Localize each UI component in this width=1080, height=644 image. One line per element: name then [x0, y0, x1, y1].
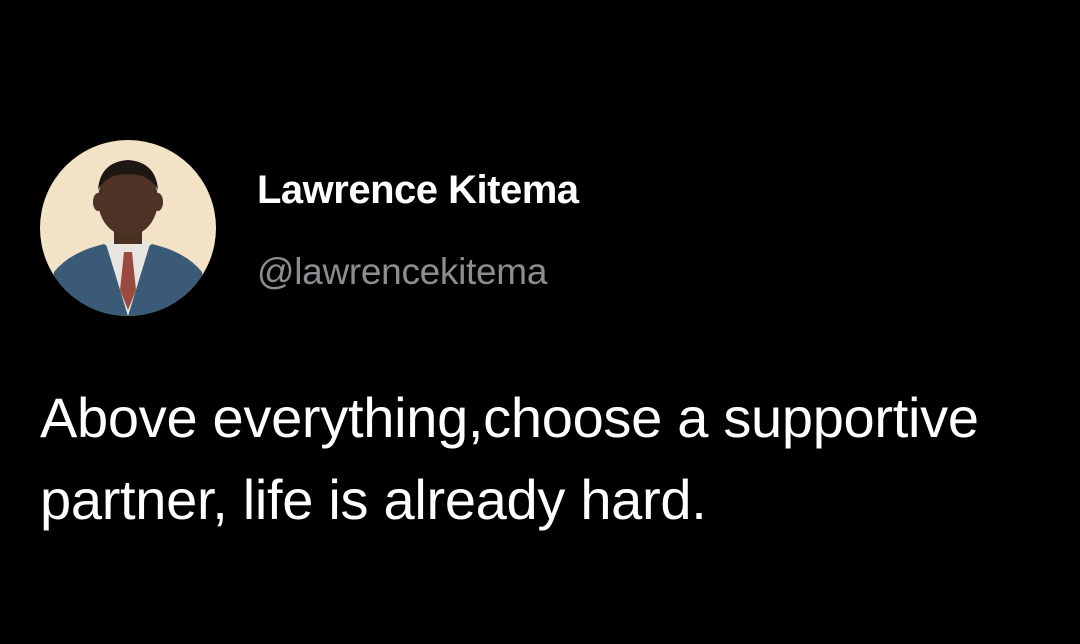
profile-photo-icon: [40, 140, 216, 316]
author-display-name[interactable]: Lawrence Kitema: [257, 168, 579, 213]
tweet-card: Lawrence Kitema @lawrencekitema Above ev…: [0, 0, 1080, 644]
tweet-text: Above everything,choose a supportive par…: [40, 386, 979, 531]
author-avatar[interactable]: [40, 140, 216, 316]
author-handle[interactable]: @lawrencekitema: [257, 251, 547, 293]
